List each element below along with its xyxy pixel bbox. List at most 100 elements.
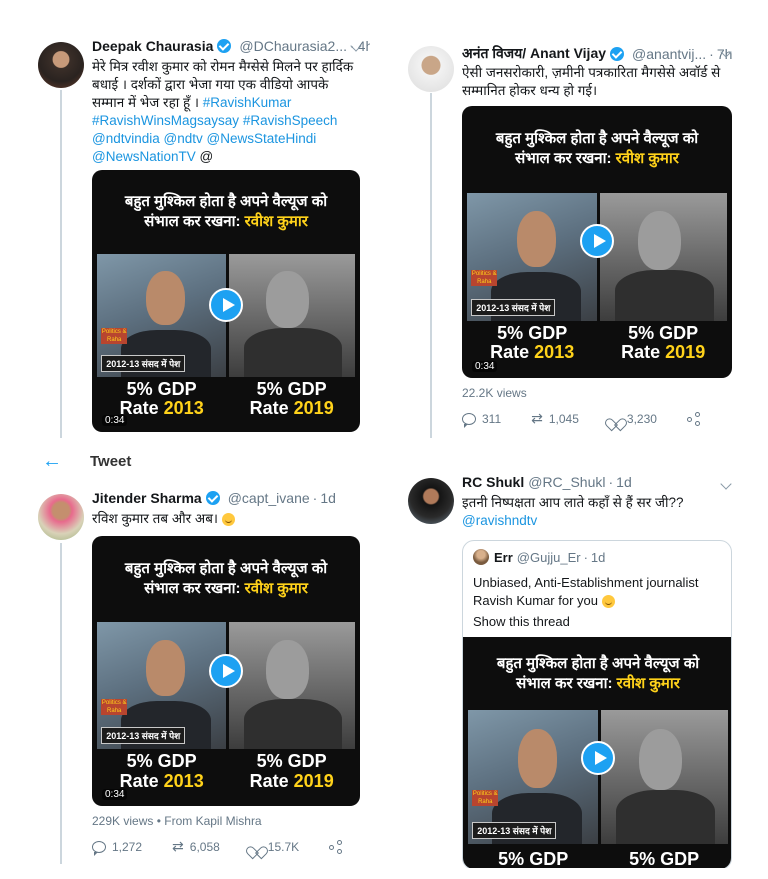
- tweet-panel-deepak: Deepak Chaurasia @DChaurasia2... · 4h मे…: [30, 30, 370, 438]
- chevron-down-icon[interactable]: [720, 478, 732, 490]
- play-icon[interactable]: [581, 741, 615, 775]
- mention-link[interactable]: @NewsNationTV: [92, 149, 196, 164]
- face: [146, 271, 185, 326]
- share-icon: [686, 411, 701, 426]
- display-name[interactable]: Deepak Chaurasia: [92, 38, 213, 54]
- video-duration: 0:34: [102, 789, 128, 800]
- timestamp[interactable]: 1d: [320, 490, 336, 506]
- show-thread-link[interactable]: Show this thread: [473, 613, 570, 631]
- suit: [615, 790, 715, 845]
- tweet-header: Jitender Sharma @capt_ivane · 1d: [92, 490, 336, 506]
- headline-line-2: संभाल कर रखना: रवीश कुमार: [144, 212, 308, 230]
- like-button[interactable]: 15.7K: [250, 840, 299, 854]
- headline-line-1: बहुत मुश्किल होता है अपने वैल्यूज को: [496, 655, 700, 673]
- video-frame-left: Politics & Raha 2012-13 संसद में पेश: [97, 253, 226, 377]
- hashtag-link[interactable]: #RavishWinsMagsaysay: [92, 113, 239, 128]
- separator-dot: ·: [709, 45, 714, 62]
- timestamp[interactable]: 1d: [591, 550, 605, 565]
- video-frame-left: Politics & Raha 2012-13 संसद में पेश: [467, 193, 597, 321]
- source-attribution[interactable]: • From Kapil Mishra: [157, 814, 262, 828]
- tweet-actions: 311 ⇄ 1,045 3,230: [462, 410, 737, 428]
- play-icon[interactable]: [209, 654, 243, 688]
- display-name[interactable]: Err: [494, 550, 513, 565]
- video-card[interactable]: बहुत मुश्किल होता है अपने वैल्यूज को संभ…: [92, 170, 360, 432]
- reply-icon: [462, 412, 476, 428]
- handle[interactable]: @Gujju_Er: [517, 550, 581, 565]
- heart-icon: [609, 413, 621, 424]
- share-button[interactable]: [329, 839, 349, 854]
- avatar[interactable]: [473, 549, 489, 565]
- mention-link[interactable]: @ndtvindia: [92, 131, 160, 146]
- gdp-label-left: 5% GDP Rate 2013: [119, 378, 204, 419]
- verified-icon: [217, 39, 232, 53]
- quoted-tweet[interactable]: Err @Gujju_Er · 1d Unbiased, Anti-Establ…: [462, 540, 732, 868]
- timestamp[interactable]: 1d: [616, 474, 632, 490]
- gdp-label-left: 5% GDP Rate 2013: [490, 322, 575, 363]
- play-icon[interactable]: [580, 224, 614, 258]
- tweet-header: RC Shukl @RC_Shukl · 1d: [462, 474, 632, 490]
- share-button[interactable]: [686, 411, 707, 426]
- video-duration: 0:34: [472, 361, 498, 372]
- trailing-text: @: [199, 149, 214, 164]
- reply-icon: [92, 840, 106, 856]
- mention-link[interactable]: @ravishndtv: [462, 512, 732, 530]
- video-card[interactable]: बहुत मुश्किल होता है अपने वैल्यूज को संभ…: [463, 637, 731, 868]
- display-name[interactable]: अनंत विजय/ Anant Vijay: [462, 44, 606, 63]
- view-count: 229K views • From Kapil Mishra: [92, 814, 262, 828]
- suit: [243, 698, 343, 750]
- like-button[interactable]: 3,230: [609, 412, 657, 426]
- headline-line-2: संभाल कर रखना: रवीश कुमार: [515, 150, 679, 168]
- headline-line-2: संभाल कर रखना: रवीश कुमार: [516, 675, 680, 693]
- video-frame-right: [599, 193, 727, 321]
- page-title: Tweet: [90, 453, 132, 470]
- gdp-label-left: 5% GDP: [498, 848, 569, 868]
- handle[interactable]: @RC_Shukl: [528, 474, 605, 490]
- avatar[interactable]: [408, 478, 454, 524]
- retweet-icon: ⇄: [531, 410, 543, 426]
- hashtag-link[interactable]: #RavishSpeech: [243, 113, 338, 128]
- thread-line: [60, 90, 62, 438]
- video-headline: बहुत मुश्किल होता है अपने वैल्यूज को संभ…: [92, 536, 360, 620]
- face: [516, 210, 556, 268]
- headline-line-1: बहुत मुश्किल होता है अपने वैल्यूज को: [124, 192, 328, 210]
- reply-button[interactable]: 311: [462, 412, 501, 428]
- tweet-text: रविश कुमार तब और अब।: [92, 510, 362, 528]
- retweet-button[interactable]: ⇄ 6,058: [172, 838, 220, 855]
- separator-dot: ·: [608, 474, 614, 490]
- headline-line-1: बहुत मुश्किल होता है अपने वैल्यूज को: [124, 559, 328, 577]
- arrow-left-icon[interactable]: ←: [42, 450, 62, 473]
- video-card[interactable]: बहुत मुश्किल होता है अपने वैल्यूज को संभ…: [92, 536, 360, 806]
- headline-line-1: बहुत मुश्किल होता है अपने वैल्यूज को: [495, 130, 699, 148]
- handle[interactable]: @DChaurasia2...: [239, 38, 347, 54]
- gdp-label-right: 5% GDP: [629, 848, 700, 868]
- mention-link[interactable]: @ndtv: [164, 131, 203, 146]
- video-caption: 2012-13 संसद में पेश: [101, 727, 186, 745]
- play-icon[interactable]: [209, 288, 243, 322]
- video-card[interactable]: बहुत मुश्किल होता है अपने वैल्यूज को संभ…: [462, 106, 732, 378]
- headline-line-2: संभाल कर रखना: रवीश कुमार: [144, 579, 308, 597]
- tweet-actions: 1,272 ⇄ 6,058 15.7K: [92, 838, 370, 856]
- thread-line: [430, 93, 432, 438]
- video-frame-right: [228, 622, 355, 750]
- view-count: 22.2K views: [462, 386, 527, 400]
- reply-button[interactable]: 1,272: [92, 840, 142, 856]
- tweet-text: मेरे मित्र रवीश कुमार को रोमन मैग्सेसे म…: [92, 58, 362, 166]
- handle[interactable]: @anantvij...: [632, 46, 706, 62]
- handle[interactable]: @capt_ivane: [228, 490, 310, 506]
- tweet-header: Deepak Chaurasia @DChaurasia2... · 4h: [92, 38, 370, 54]
- face: [146, 640, 185, 696]
- separator-dot: ·: [583, 549, 588, 565]
- face: [266, 271, 310, 328]
- hashtag-link[interactable]: #RavishKumar: [203, 95, 292, 110]
- mention-link[interactable]: @NewsStateHindi: [207, 131, 317, 146]
- avatar[interactable]: [408, 46, 454, 92]
- tweet-panel-rcshukl: RC Shukl @RC_Shukl · 1d इतनी निष्पक्षता …: [400, 468, 740, 868]
- avatar[interactable]: [38, 494, 84, 540]
- display-name[interactable]: Jitender Sharma: [92, 490, 202, 506]
- video-frame-left: Politics & Raha 2012-13 संसद में पेश: [468, 709, 598, 845]
- display-name[interactable]: RC Shukl: [462, 474, 524, 490]
- channel-logo: Politics & Raha: [472, 790, 499, 807]
- share-icon: [329, 839, 343, 854]
- avatar[interactable]: [38, 42, 84, 88]
- retweet-button[interactable]: ⇄ 1,045: [531, 410, 579, 427]
